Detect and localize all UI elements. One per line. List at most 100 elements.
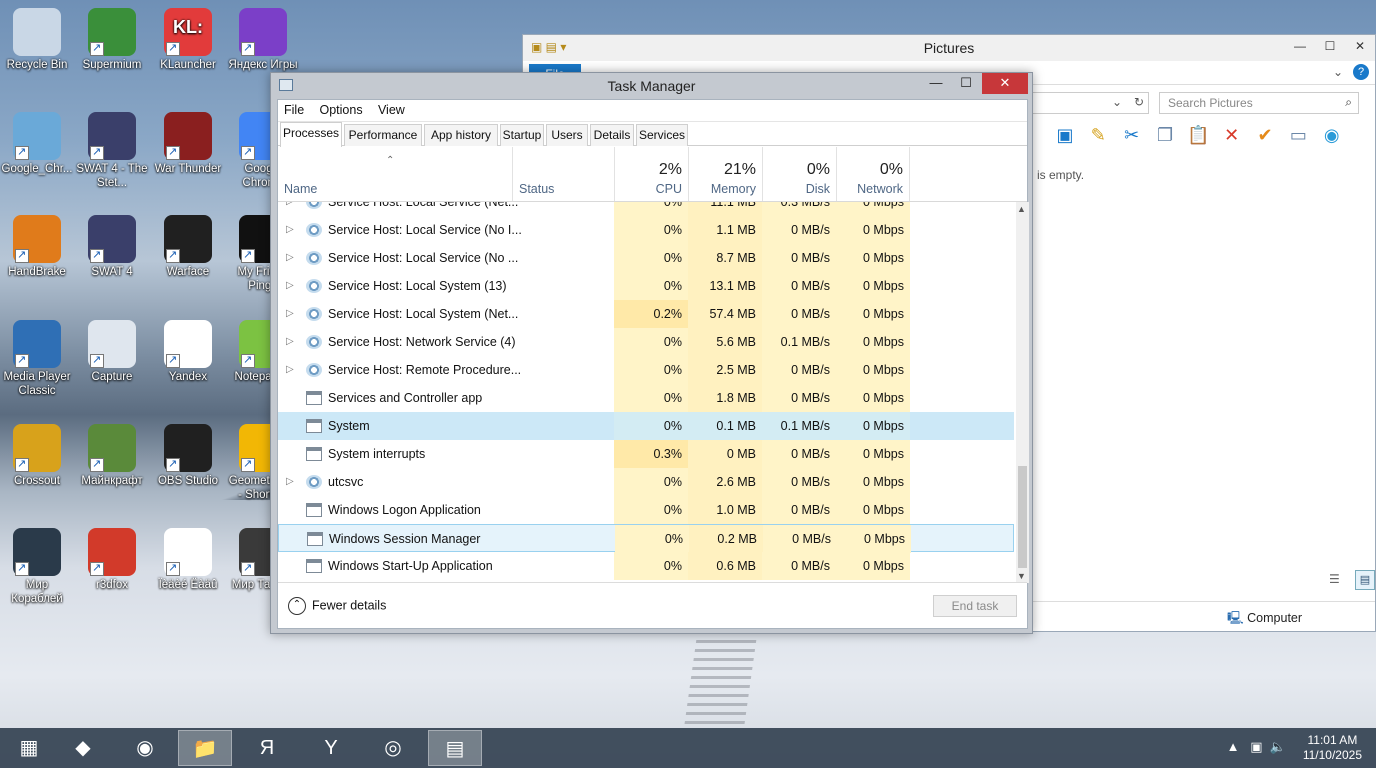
desktop-icon[interactable]: Recycle Bin — [0, 8, 74, 72]
desktop-icon[interactable]: KL: KLauncher — [151, 8, 225, 72]
column-name[interactable]: Name — [284, 182, 317, 196]
rename-icon[interactable]: ▭ — [1286, 125, 1310, 149]
explorer-minimize-button[interactable]: — — [1285, 35, 1315, 57]
end-task-button[interactable]: End task — [933, 595, 1017, 617]
tab-users[interactable]: Users — [546, 124, 588, 146]
column-memory[interactable]: 21% Memory — [688, 147, 762, 201]
expand-chevron-icon[interactable]: ▷ — [286, 468, 294, 496]
speaker-icon[interactable]: 🔈 — [1270, 739, 1286, 754]
taskbar-clock[interactable]: 11:01 AM 11/10/2025 — [1303, 733, 1362, 763]
close-button[interactable]: ✕ — [982, 73, 1028, 94]
chrome-taskbar-icon[interactable]: ◎ — [366, 730, 420, 766]
task-manager-window[interactable]: Task Manager — ☐ ✕ File Options View Pro… — [270, 72, 1033, 634]
tab-performance[interactable]: Performance — [344, 124, 422, 146]
desktop-icon[interactable]: Майнкрафт — [75, 424, 149, 488]
column-disk[interactable]: 0% Disk — [762, 147, 836, 201]
tab-app-history[interactable]: App history — [424, 124, 498, 146]
yandex-browser-taskbar-icon[interactable]: Y — [304, 730, 358, 766]
vertical-scrollbar[interactable]: ▲ ▼ — [1016, 202, 1029, 583]
copy-icon[interactable]: ❐ — [1153, 125, 1177, 149]
desktop-icon[interactable]: Яндекс Игры — [226, 8, 300, 72]
expand-chevron-icon[interactable]: ▷ — [286, 202, 294, 216]
task-manager-titlebar[interactable]: Task Manager — ☐ ✕ — [271, 73, 1032, 99]
column-network[interactable]: 0% Network — [836, 147, 910, 201]
desktop-icon[interactable]: War Thunder — [151, 112, 225, 176]
table-row[interactable]: ▷ Service Host: Remote Procedure... 0% 2.5 … — [278, 356, 1014, 384]
table-row[interactable]: Windows Start-Up Application 0% 0.6 MB 0 MB… — [278, 552, 1014, 580]
tab-details[interactable]: Details — [590, 124, 634, 146]
scroll-thumb[interactable] — [1018, 466, 1027, 568]
large-icons-view-icon[interactable]: ▤ — [1355, 570, 1375, 590]
desktop-icon[interactable]: Crossout — [0, 424, 74, 488]
supermium-taskbar-icon[interactable]: ◉ — [118, 730, 172, 766]
tab-services[interactable]: Services — [636, 124, 688, 146]
tab-processes[interactable]: Processes — [280, 122, 342, 147]
table-row[interactable]: ▷ Service Host: Local Service (Net... 0% 11… — [278, 202, 1014, 216]
tab-startup[interactable]: Startup — [500, 124, 544, 146]
cut-icon[interactable]: ✂ — [1120, 125, 1144, 149]
scroll-down-icon[interactable]: ▼ — [1017, 571, 1026, 581]
explorer-maximize-button[interactable]: ☐ — [1315, 35, 1345, 57]
show-hidden-icons-icon[interactable]: ▲ — [1227, 739, 1240, 754]
table-row[interactable]: ▷ Service Host: Local Service (No I... 0% 1… — [278, 216, 1014, 244]
checkmark-icon[interactable]: ✔ — [1253, 125, 1277, 149]
table-row[interactable]: System interrupts 0.3% 0 MB 0 MB/s 0 Mbps — [278, 440, 1014, 468]
minimize-button[interactable]: — — [922, 73, 950, 94]
table-row[interactable]: Services and Controller app 0% 1.8 MB 0 MB/… — [278, 384, 1014, 412]
expand-chevron-icon[interactable]: ▷ — [286, 300, 294, 328]
refresh-icon[interactable]: ↻ — [1134, 95, 1144, 109]
table-row[interactable]: ▷ Service Host: Local System (13) 0% 13.1 M… — [278, 272, 1014, 300]
expand-chevron-icon[interactable]: ▷ — [286, 244, 294, 272]
desktop-icon[interactable]: Google_Chr... — [0, 112, 74, 176]
expand-chevron-icon[interactable]: ▷ — [286, 216, 294, 244]
expand-chevron-icon[interactable]: ▷ — [286, 328, 294, 356]
desktop-icon[interactable]: Мир Кораблей — [0, 528, 74, 606]
desktop-icon[interactable]: SWAT 4 — [75, 215, 149, 279]
table-row[interactable]: System 0% 0.1 MB 0.1 MB/s 0 Mbps — [278, 412, 1014, 440]
desktop-icon[interactable]: r3dfox — [75, 528, 149, 592]
table-row[interactable]: ▷ utcsvc 0% 2.6 MB 0 MB/s 0 Mbps — [278, 468, 1014, 496]
task-manager-taskbar-icon[interactable]: ▤ — [428, 730, 482, 766]
details-view-icon[interactable]: ☰ — [1329, 572, 1340, 586]
table-row[interactable]: Windows Logon Application 0% 1.0 MB 0 MB/s 0… — [278, 496, 1014, 524]
folder-options-icon[interactable]: ✎ — [1086, 125, 1110, 149]
r3dfox-taskbar-icon[interactable]: ◆ — [56, 730, 110, 766]
address-dropdown-icon[interactable]: ⌄ — [1112, 95, 1122, 109]
desktop-icon[interactable]: HandBrake — [0, 215, 74, 279]
explorer-search-input[interactable]: Search Pictures ⌕ — [1159, 92, 1359, 114]
scroll-up-icon[interactable]: ▲ — [1017, 204, 1026, 214]
explorer-close-button[interactable]: ✕ — [1345, 35, 1375, 57]
file-explorer-taskbar-icon[interactable]: 📁 — [178, 730, 232, 766]
desktop-icon[interactable]: Warface — [151, 215, 225, 279]
table-row[interactable]: Windows Session Manager 0% 0.2 MB 0 MB/s 0 M… — [278, 524, 1014, 553]
help-icon[interactable]: ? — [1353, 64, 1369, 80]
desktop-icon[interactable]: Media Player Classic — [0, 320, 74, 398]
paste-icon[interactable]: 📋 — [1186, 125, 1210, 149]
desktop-icon[interactable]: SWAT 4 - The Stet... — [75, 112, 149, 190]
ribbon-expand-icon[interactable]: ⌄ — [1333, 65, 1343, 79]
fewer-details-button[interactable]: ⌃ Fewer details — [288, 597, 386, 615]
network-icon[interactable]: ◉ — [1320, 125, 1344, 149]
preview-pane-icon[interactable]: ▣ — [1053, 125, 1077, 149]
desktop-icon[interactable]: OBS Studio — [151, 424, 225, 488]
column-status-cell[interactable]: Status — [512, 147, 614, 201]
table-row[interactable]: ▷ Service Host: Local System (Net... 0.2% 5… — [278, 300, 1014, 328]
menu-options[interactable]: Options — [314, 100, 369, 120]
explorer-address-bar[interactable]: ↻ ⌄ — [1031, 92, 1149, 114]
menu-file[interactable]: File — [278, 100, 310, 120]
desktop-icon[interactable]: Capture — [75, 320, 149, 384]
column-cpu[interactable]: 2% CPU — [614, 147, 688, 201]
expand-chevron-icon[interactable]: ▷ — [286, 356, 294, 384]
maximize-button[interactable]: ☐ — [952, 73, 980, 94]
start-icon[interactable]: ▦ — [2, 730, 56, 766]
explorer-titlebar[interactable]: ▣ ▤ ▾ Pictures — ☐ ✕ — [523, 35, 1375, 61]
desktop-icon[interactable]: Supermium — [75, 8, 149, 72]
network-tray-icon[interactable]: ▣ — [1250, 739, 1262, 754]
desktop-icon[interactable]: Ïèäèé Ëàäû — [151, 528, 225, 592]
yandex-taskbar-icon[interactable]: Я — [240, 730, 294, 766]
delete-icon[interactable]: ✕ — [1220, 125, 1244, 149]
expand-chevron-icon[interactable]: ▷ — [286, 272, 294, 300]
desktop-icon[interactable]: Yandex — [151, 320, 225, 384]
table-row[interactable]: ▷ Service Host: Local Service (No ... 0% 8.… — [278, 244, 1014, 272]
menu-view[interactable]: View — [372, 100, 411, 120]
